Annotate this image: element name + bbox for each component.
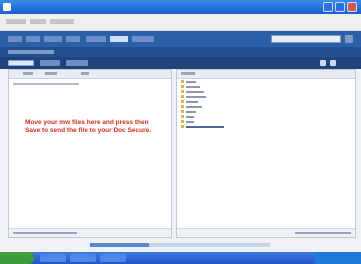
- taskbar: [0, 252, 361, 264]
- folder-icon: [181, 105, 184, 108]
- window-titlebar: [0, 0, 361, 14]
- empty-list-note: [13, 83, 79, 85]
- left-status-bar: [9, 228, 171, 237]
- settings-icon[interactable]: [320, 60, 326, 66]
- folder-icon: [181, 100, 184, 103]
- status-text: [295, 232, 351, 234]
- nav-tab[interactable]: [44, 36, 62, 42]
- minimize-button[interactable]: [323, 2, 333, 12]
- column-header: [9, 70, 171, 79]
- nav-tab[interactable]: [66, 36, 80, 42]
- nav-tab[interactable]: [8, 36, 22, 42]
- taskbar-item[interactable]: [70, 254, 96, 262]
- toolbar-button[interactable]: [66, 60, 88, 66]
- column-header: [177, 70, 355, 79]
- column-header-label[interactable]: [45, 72, 57, 75]
- folder-tree-pane[interactable]: [176, 69, 356, 238]
- nav-tab[interactable]: [132, 36, 154, 42]
- menu-item[interactable]: [50, 19, 74, 24]
- close-button[interactable]: [347, 2, 357, 12]
- drop-instructions: Move your mw files here and press then S…: [25, 119, 152, 134]
- progress-bar: [90, 243, 270, 247]
- menu-item[interactable]: [6, 19, 26, 24]
- folder-icon: [181, 80, 184, 83]
- progress-fill: [90, 243, 150, 247]
- folder-icon: [181, 95, 184, 98]
- folder-icon: [181, 125, 184, 128]
- section-title: [8, 50, 54, 54]
- menu-item[interactable]: [30, 19, 46, 24]
- system-tray: [315, 252, 361, 264]
- status-text: [13, 232, 77, 234]
- taskbar-item[interactable]: [40, 254, 66, 262]
- app-navigation-bar: [0, 31, 361, 47]
- screenshot-page: Move your mw files here and press then S…: [0, 0, 361, 264]
- column-header-label[interactable]: [181, 72, 195, 75]
- column-header-label[interactable]: [23, 72, 33, 75]
- folder-icon: [181, 115, 184, 118]
- app-icon: [3, 3, 11, 11]
- help-icon[interactable]: [330, 60, 336, 66]
- maximize-button[interactable]: [335, 2, 345, 12]
- nav-tab[interactable]: [26, 36, 40, 42]
- taskbar-item[interactable]: [100, 254, 126, 262]
- toolbar-button[interactable]: [40, 60, 60, 66]
- nav-tab[interactable]: [86, 36, 106, 42]
- folder-icon: [181, 90, 184, 93]
- section-header: [0, 47, 361, 57]
- folder-icon: [181, 85, 184, 88]
- start-button[interactable]: [0, 252, 34, 264]
- search-icon[interactable]: [345, 35, 353, 43]
- toolbar: [0, 57, 361, 69]
- search-input[interactable]: [271, 35, 341, 43]
- files-to-send-pane[interactable]: Move your mw files here and press then S…: [8, 69, 172, 238]
- folder-icon: [181, 110, 184, 113]
- column-header-label[interactable]: [81, 72, 89, 75]
- right-status-bar: [177, 228, 355, 237]
- folder-icon: [181, 120, 184, 123]
- nav-tab-active[interactable]: [110, 36, 128, 42]
- save-button[interactable]: [8, 60, 34, 66]
- menu-bar: [0, 14, 361, 31]
